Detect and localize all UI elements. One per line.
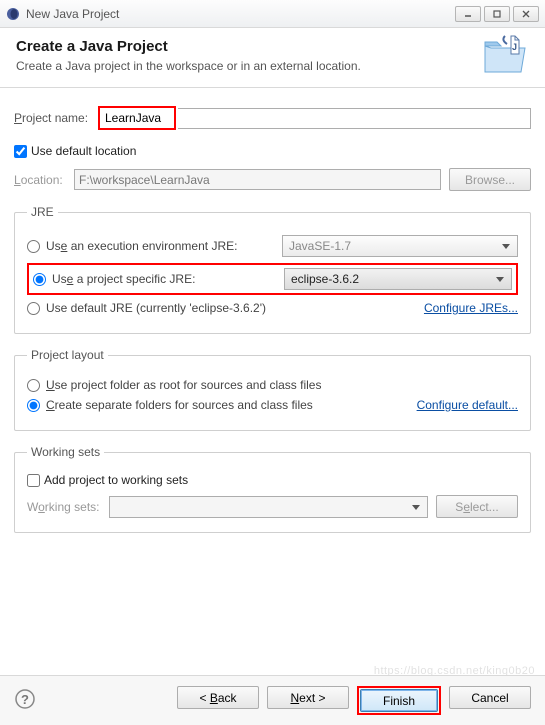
location-input (74, 169, 441, 190)
banner-title: Create a Java Project (16, 38, 529, 55)
minimize-button[interactable] (455, 6, 481, 22)
layout-label-separate: Create separate folders for sources and … (46, 398, 313, 412)
jre-radio-default[interactable] (27, 302, 40, 315)
jre-legend: JRE (27, 205, 58, 219)
jre-radio-exec-env[interactable] (27, 240, 40, 253)
cancel-button[interactable]: Cancel (449, 686, 531, 709)
svg-text:?: ? (21, 692, 29, 707)
jre-option-default: Use default JRE (currently 'eclipse-3.6.… (27, 301, 518, 315)
banner-subtitle: Create a Java project in the workspace o… (16, 59, 529, 73)
working-sets-label: Working sets: (27, 500, 109, 514)
wizard-content: Project name: Use default location Locat… (0, 88, 545, 541)
use-default-location-row: Use default location (14, 144, 531, 158)
layout-option-root: Use project folder as root for sources a… (27, 378, 518, 392)
jre-option-exec-env: Use an execution environment JRE: JavaSE… (27, 235, 518, 257)
project-layout-legend: Project layout (27, 348, 108, 362)
jre-label-project-specific: Use a project specific JRE: (52, 272, 278, 286)
add-working-sets-label: Add project to working sets (44, 473, 188, 487)
titlebar: New Java Project (0, 0, 545, 28)
select-working-sets-button[interactable]: Select... (436, 495, 518, 518)
use-default-location-checkbox[interactable] (14, 145, 27, 158)
close-button[interactable] (513, 6, 539, 22)
layout-radio-root[interactable] (27, 379, 40, 392)
maximize-button[interactable] (484, 6, 510, 22)
working-sets-row: Working sets: Select... (27, 495, 518, 518)
working-sets-combo (109, 496, 428, 518)
use-default-location-label: Use default location (31, 144, 136, 158)
layout-radio-separate[interactable] (27, 399, 40, 412)
project-layout-group: Project layout Use project folder as roo… (14, 348, 531, 431)
window-title: New Java Project (26, 7, 455, 21)
project-name-label: Project name: (14, 111, 98, 125)
jre-label-default: Use default JRE (currently 'eclipse-3.6.… (46, 301, 266, 315)
svg-text:J: J (512, 42, 517, 52)
add-working-sets-row: Add project to working sets (27, 473, 518, 487)
configure-jres-link[interactable]: Configure JREs... (424, 301, 518, 315)
jre-radio-project-specific[interactable] (33, 273, 46, 286)
location-row: Location: Browse... (14, 168, 531, 191)
back-button[interactable]: < Back (177, 686, 259, 709)
jre-project-specific-combo[interactable]: eclipse-3.6.2 (284, 268, 512, 290)
project-name-input[interactable] (101, 109, 173, 127)
next-button[interactable]: Next > (267, 686, 349, 709)
working-sets-legend: Working sets (27, 445, 104, 459)
jre-exec-env-combo: JavaSE-1.7 (282, 235, 518, 257)
finish-button[interactable]: Finish (360, 689, 438, 712)
help-icon[interactable]: ? (14, 688, 36, 713)
add-working-sets-checkbox[interactable] (27, 474, 40, 487)
location-label: Location: (14, 173, 74, 187)
browse-button[interactable]: Browse... (449, 168, 531, 191)
wizard-button-bar: ? < Back Next > Finish Cancel (0, 675, 545, 725)
wizard-banner: Create a Java Project Create a Java proj… (0, 28, 545, 87)
folder-java-icon: J (481, 34, 529, 79)
jre-group: JRE Use an execution environment JRE: Ja… (14, 205, 531, 334)
project-name-row: Project name: (14, 106, 531, 130)
eclipse-icon (6, 7, 20, 21)
window-buttons (455, 6, 539, 22)
project-name-input-ext[interactable] (178, 108, 531, 129)
configure-default-link[interactable]: Configure default... (417, 398, 518, 412)
jre-label-exec-env: Use an execution environment JRE: (46, 239, 276, 253)
working-sets-group: Working sets Add project to working sets… (14, 445, 531, 533)
layout-option-separate: Create separate folders for sources and … (27, 398, 518, 412)
jre-option-project-specific: Use a project specific JRE: eclipse-3.6.… (27, 263, 518, 295)
layout-label-root: Use project folder as root for sources a… (46, 378, 321, 392)
